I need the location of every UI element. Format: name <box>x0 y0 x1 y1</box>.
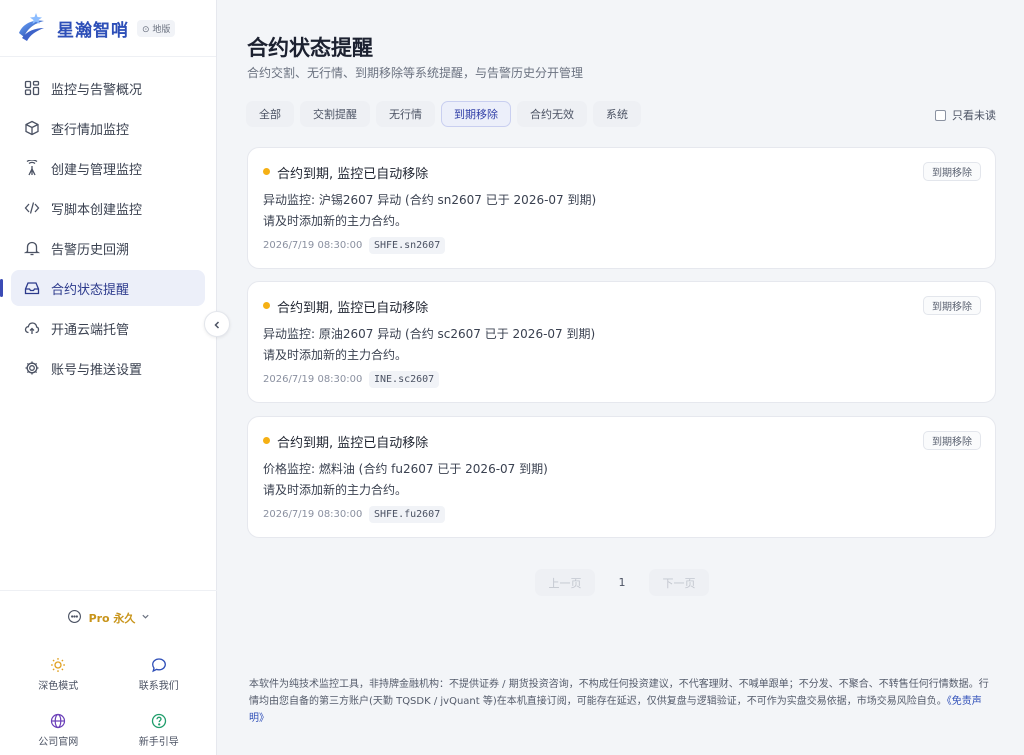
brand-name: 星瀚智哨 <box>57 20 129 41</box>
sidebar-item-label: 合约状态提醒 <box>51 282 130 298</box>
notice-hint: 请及时添加新的主力合约。 <box>263 348 408 362</box>
contract-code: INE.sc2607 <box>369 371 440 388</box>
chevron-down-icon <box>141 611 150 624</box>
notice-card[interactable]: 合约到期, 监控已自动移除 到期移除 价格监控: 燃料油 (合约 fu2607 … <box>247 416 996 538</box>
chat-icon <box>67 609 82 627</box>
prev-page-button[interactable]: 上一页 <box>535 569 595 596</box>
notice-time: 2026/7/19 08:30:00 <box>263 509 363 520</box>
page-title: 合约状态提醒 <box>247 36 373 60</box>
notice-card[interactable]: 合约到期, 监控已自动移除 到期移除 异动监控: 沪锡2607 异动 (合约 s… <box>247 147 996 269</box>
notice-title: 合约到期, 监控已自动移除 <box>277 167 429 182</box>
notice-tag: 到期移除 <box>923 431 981 450</box>
main-content: 合约状态提醒 合约交割、无行情、到期移除等系统提醒，与告警历史分开管理 全部 交… <box>218 0 1024 755</box>
contact-button[interactable]: 联系我们 <box>109 650 210 698</box>
unread-checkbox[interactable] <box>935 109 946 121</box>
sidebar-item-label: 账号与推送设置 <box>51 362 143 378</box>
notice-tag: 到期移除 <box>923 162 981 181</box>
unread-dot <box>263 437 270 444</box>
sidebar-item-cloud[interactable]: 开通云端托管 <box>11 310 205 346</box>
bell-icon <box>23 239 41 257</box>
sidebar-item-label: 告警历史回溯 <box>51 242 130 258</box>
disclaimer: 本软件为纯技术监控工具，非持牌金融机构：不提供证券 / 期货投资咨询，不构成任何… <box>249 676 994 727</box>
tab-invalid[interactable]: 合约无效 <box>517 101 587 127</box>
tab-expired-removed[interactable]: 到期移除 <box>441 101 511 127</box>
sidebar-item-overview[interactable]: 监控与告警概况 <box>11 70 205 106</box>
unread-dot <box>263 168 270 175</box>
footer-actions: 深色模式 联系我们 公司官网 新手引导 <box>0 644 217 754</box>
gear-icon <box>23 359 41 377</box>
tab-no-quote[interactable]: 无行情 <box>376 101 435 127</box>
notice-time: 2026/7/19 08:30:00 <box>263 374 363 385</box>
dashboard-icon <box>23 79 41 97</box>
notice-hint: 请及时添加新的主力合约。 <box>263 483 408 497</box>
notice-time: 2026/7/19 08:30:00 <box>263 240 363 251</box>
sidebar: 星瀚智哨 ⊙ 地版 监控与告警概况 查行情加监控 创建与管理监控 写脚本创建监控… <box>0 0 217 755</box>
notice-hint: 请及时添加新的主力合约。 <box>263 214 408 228</box>
cloud-upload-icon <box>23 319 41 337</box>
sidebar-item-contract[interactable]: 合约状态提醒 <box>0 270 205 306</box>
cube-icon <box>23 119 41 137</box>
signal-icon <box>23 159 41 177</box>
next-page-button[interactable]: 下一页 <box>649 569 709 596</box>
sidebar-nav: 监控与告警概况 查行情加监控 创建与管理监控 写脚本创建监控 告警历史回溯 合约… <box>0 57 216 386</box>
guide-label: 新手引导 <box>138 737 179 748</box>
sidebar-item-settings[interactable]: 账号与推送设置 <box>11 350 205 386</box>
plan-label: Pro 永久 <box>88 611 136 625</box>
notice-separator: · <box>359 374 363 385</box>
sidebar-item-query[interactable]: 查行情加监控 <box>11 110 205 146</box>
collapse-sidebar-button[interactable] <box>204 311 230 337</box>
website-label: 公司官网 <box>38 737 79 748</box>
inbox-icon <box>23 279 41 297</box>
unread-only-toggle[interactable]: 只看未读 <box>935 107 996 123</box>
sidebar-item-label: 查行情加监控 <box>51 122 130 138</box>
tab-all[interactable]: 全部 <box>246 101 294 127</box>
message-icon <box>150 656 168 674</box>
notice-detail: 异动监控: 沪锡2607 异动 (合约 sn2607 已于 2026-07 到期… <box>263 193 597 207</box>
filter-tabs: 全部 交割提醒 无行情 到期移除 合约无效 系统 <box>246 101 641 127</box>
sun-icon <box>49 656 67 674</box>
notice-title: 合约到期, 监控已自动移除 <box>277 301 429 316</box>
sidebar-item-label: 创建与管理监控 <box>51 162 143 178</box>
plan-selector[interactable]: Pro 永久 <box>0 591 217 644</box>
notice-detail: 价格监控: 燃料油 (合约 fu2607 已于 2026-07 到期) <box>263 462 548 476</box>
disclaimer-text: 本软件为纯技术监控工具，非持牌金融机构：不提供证券 / 期货投资咨询，不构成任何… <box>249 679 989 707</box>
edition-badge: ⊙ 地版 <box>137 19 176 37</box>
contact-label: 联系我们 <box>138 681 179 692</box>
notice-separator: · <box>359 509 363 520</box>
globe-icon <box>49 712 67 730</box>
brand: 星瀚智哨 ⊙ 地版 <box>0 0 216 57</box>
tab-delivery[interactable]: 交割提醒 <box>300 101 370 127</box>
sidebar-footer: Pro 永久 深色模式 联系我们 公司官网 新手引导 <box>0 590 217 755</box>
sidebar-item-history[interactable]: 告警历史回溯 <box>11 230 205 266</box>
sidebar-item-manage[interactable]: 创建与管理监控 <box>11 150 205 186</box>
chevron-left-icon <box>212 315 222 334</box>
logo-icon <box>19 13 44 41</box>
notice-separator: · <box>359 240 363 251</box>
dark-mode-label: 深色模式 <box>38 681 79 692</box>
sidebar-item-label: 监控与告警概况 <box>51 82 143 98</box>
code-icon <box>23 199 41 217</box>
pagination: 上一页 1 下一页 <box>535 569 709 596</box>
website-button[interactable]: 公司官网 <box>8 706 109 754</box>
notice-title: 合约到期, 监控已自动移除 <box>277 436 429 451</box>
page-subtitle: 合约交割、无行情、到期移除等系统提醒，与告警历史分开管理 <box>247 66 584 80</box>
sidebar-item-script[interactable]: 写脚本创建监控 <box>11 190 205 226</box>
contract-code: SHFE.fu2607 <box>369 506 446 523</box>
notice-detail: 异动监控: 原油2607 异动 (合约 sc2607 已于 2026-07 到期… <box>263 327 596 341</box>
current-page[interactable]: 1 <box>603 576 641 589</box>
contract-code: SHFE.sn2607 <box>369 237 446 254</box>
tab-system[interactable]: 系统 <box>593 101 641 127</box>
help-icon <box>150 712 168 730</box>
notice-tag: 到期移除 <box>923 296 981 315</box>
sidebar-item-label: 写脚本创建监控 <box>51 202 143 218</box>
guide-button[interactable]: 新手引导 <box>109 706 210 754</box>
unread-dot <box>263 302 270 309</box>
dark-mode-button[interactable]: 深色模式 <box>8 650 109 698</box>
notice-card[interactable]: 合约到期, 监控已自动移除 到期移除 异动监控: 原油2607 异动 (合约 s… <box>247 281 996 403</box>
unread-label: 只看未读 <box>952 109 996 122</box>
sidebar-item-label: 开通云端托管 <box>51 322 130 338</box>
